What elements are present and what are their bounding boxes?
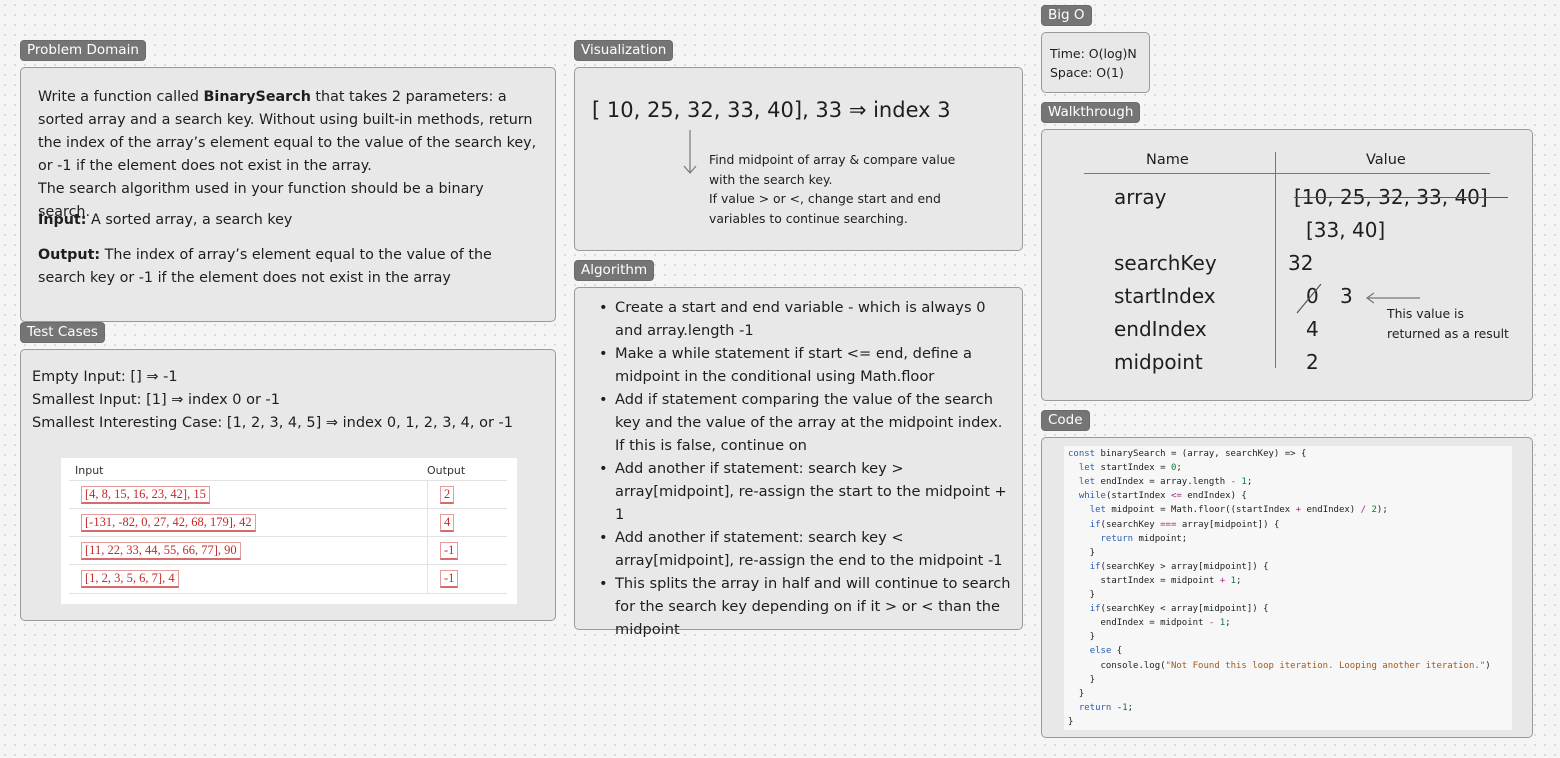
problem-input: Input: A sorted array, a search key bbox=[38, 212, 293, 228]
table-row: [1, 2, 3, 5, 6, 7], 4 -1 bbox=[69, 564, 507, 594]
table-row: [4, 8, 15, 16, 23, 42], 15 2 bbox=[69, 480, 507, 509]
code-line: console.log("Not Found this loop iterati… bbox=[1068, 660, 1491, 671]
test-case-smallest: Smallest Input: [1] ⇒ index 0 or -1 bbox=[32, 392, 281, 408]
walkthrough-note: This value is returned as a result bbox=[1387, 306, 1509, 341]
big-o-panel: Time: O(log)N Space: O(1) bbox=[1041, 32, 1150, 93]
test-cases-label: Test Cases bbox=[20, 322, 105, 343]
var-value-endindex: 4 bbox=[1306, 317, 1319, 341]
algorithm-steps: • Create a start and end variable - which… bbox=[595, 296, 1015, 641]
list-item: • Add another if statement: search key > … bbox=[599, 460, 1007, 523]
test-cases-panel: Empty Input: [] ⇒ -1 Smallest Input: [1]… bbox=[20, 349, 556, 621]
var-name-startindex: startIndex bbox=[1114, 284, 1216, 308]
walkthrough-panel: Name Value array [10, 25, 32, 33, 40] [3… bbox=[1041, 129, 1533, 401]
table-cell-input: [1, 2, 3, 5, 6, 7], 4 bbox=[81, 570, 179, 588]
var-value-midpoint: 2 bbox=[1306, 350, 1319, 374]
list-item: • Add another if statement: search key < … bbox=[599, 529, 1003, 569]
table-cell-output: 2 bbox=[440, 486, 455, 504]
visualization-example: [ 10, 25, 32, 33, 40], 33 ⇒ index 3 bbox=[592, 98, 951, 122]
big-o-label: Big O bbox=[1041, 5, 1092, 26]
var-value-startindex-new: 3 bbox=[1340, 284, 1353, 308]
code-line: endIndex = midpoint - 1; bbox=[1068, 618, 1231, 629]
problem-domain-label: Problem Domain bbox=[20, 40, 146, 61]
problem-output: Output: The index of array’s element equ… bbox=[38, 247, 492, 286]
list-item: • Add if statement comparing the value of… bbox=[599, 391, 1003, 454]
code-line: while(startIndex <= endIndex) { bbox=[1078, 491, 1247, 502]
space-complexity: Space: O(1) bbox=[1050, 65, 1124, 80]
table-cell-output: 4 bbox=[440, 514, 455, 532]
table-cell-input: [-131, -82, 0, 27, 42, 68, 179], 42 bbox=[81, 514, 256, 532]
test-case-interesting: Smallest Interesting Case: [1, 2, 3, 4, … bbox=[32, 415, 514, 431]
down-arrow-icon bbox=[683, 130, 697, 174]
code-line: } bbox=[1068, 547, 1096, 558]
time-complexity: Time: O(log)N bbox=[1050, 46, 1137, 61]
algorithm-panel: • Create a start and end variable - which… bbox=[574, 287, 1023, 638]
table-cell-input: [11, 22, 33, 44, 55, 66, 77], 90 bbox=[81, 542, 241, 560]
code-line: const binarySearch = (array, searchKey) … bbox=[1068, 449, 1307, 459]
var-name-array: array bbox=[1114, 185, 1167, 209]
code-line: } bbox=[1068, 632, 1096, 643]
walkthrough-header-divider bbox=[1084, 173, 1490, 174]
code-label: Code bbox=[1041, 410, 1090, 431]
table-row: [11, 22, 33, 44, 55, 66, 77], 90 -1 bbox=[69, 536, 507, 565]
code-line: startIndex = midpoint + 1; bbox=[1068, 575, 1242, 586]
walkthrough-header-value: Value bbox=[1366, 152, 1406, 168]
algorithm-label: Algorithm bbox=[574, 260, 655, 281]
code-block: const binarySearch = (array, searchKey) … bbox=[1064, 446, 1512, 730]
var-name-midpoint: midpoint bbox=[1114, 350, 1203, 374]
table-cell-input: [4, 8, 15, 16, 23, 42], 15 bbox=[81, 486, 210, 504]
code-panel: const binarySearch = (array, searchKey) … bbox=[1041, 437, 1533, 738]
strikethrough-line bbox=[1294, 197, 1508, 198]
visualization-panel: [ 10, 25, 32, 33, 40], 33 ⇒ index 3 Find… bbox=[574, 67, 1023, 251]
problem-description: Write a function called BinarySearch tha… bbox=[38, 89, 537, 174]
var-value-array-updated: [33, 40] bbox=[1306, 218, 1386, 242]
code-line: let startIndex = 0; bbox=[1078, 463, 1182, 474]
code-line: return midpoint; bbox=[1100, 533, 1188, 544]
strikethrough-slash bbox=[1296, 283, 1322, 314]
var-value-searchkey: 32 bbox=[1288, 251, 1314, 275]
code-line: } bbox=[1068, 590, 1096, 600]
table-cell-output: -1 bbox=[440, 542, 459, 560]
list-item: • Create a start and end variable - which… bbox=[599, 299, 986, 339]
code-line: } bbox=[1068, 716, 1074, 727]
visualization-note: Find midpoint of array & compare value w… bbox=[709, 152, 956, 226]
walkthrough-column-divider bbox=[1275, 152, 1276, 368]
table-header-output: Output bbox=[427, 464, 466, 477]
walkthrough-header-name: Name bbox=[1146, 152, 1189, 168]
problem-domain-panel: Write a function called BinarySearch tha… bbox=[20, 67, 556, 322]
code-line: } bbox=[1068, 688, 1085, 699]
table-row: [-131, -82, 0, 27, 42, 68, 179], 42 4 bbox=[69, 508, 507, 537]
list-item: • Make a while statement if start <= end,… bbox=[599, 345, 972, 385]
test-cases-table: Input Output [4, 8, 15, 16, 23, 42], 15 … bbox=[61, 458, 517, 604]
code-line: else { bbox=[1089, 646, 1123, 657]
code-line: if(searchKey > array[midpoint]) { bbox=[1089, 561, 1269, 572]
test-case-empty: Empty Input: [] ⇒ -1 bbox=[32, 369, 178, 385]
walkthrough-label: Walkthrough bbox=[1041, 102, 1141, 123]
table-cell-output: -1 bbox=[440, 570, 459, 588]
var-name-endindex: endIndex bbox=[1114, 317, 1207, 341]
visualization-label: Visualization bbox=[574, 40, 674, 61]
code-line: if(searchKey < array[midpoint]) { bbox=[1089, 604, 1269, 615]
code-line: if(searchKey === array[midpoint]) { bbox=[1089, 519, 1280, 530]
code-line: let midpoint = Math.floor((startIndex + … bbox=[1089, 505, 1388, 516]
code-line: } bbox=[1068, 674, 1096, 685]
var-name-searchkey: searchKey bbox=[1114, 251, 1217, 275]
list-item: • This splits the array in half and will … bbox=[599, 575, 1011, 638]
code-line: return -1; bbox=[1078, 702, 1134, 713]
code-line: let endIndex = array.length - 1; bbox=[1078, 477, 1253, 488]
table-header-input: Input bbox=[75, 464, 104, 477]
